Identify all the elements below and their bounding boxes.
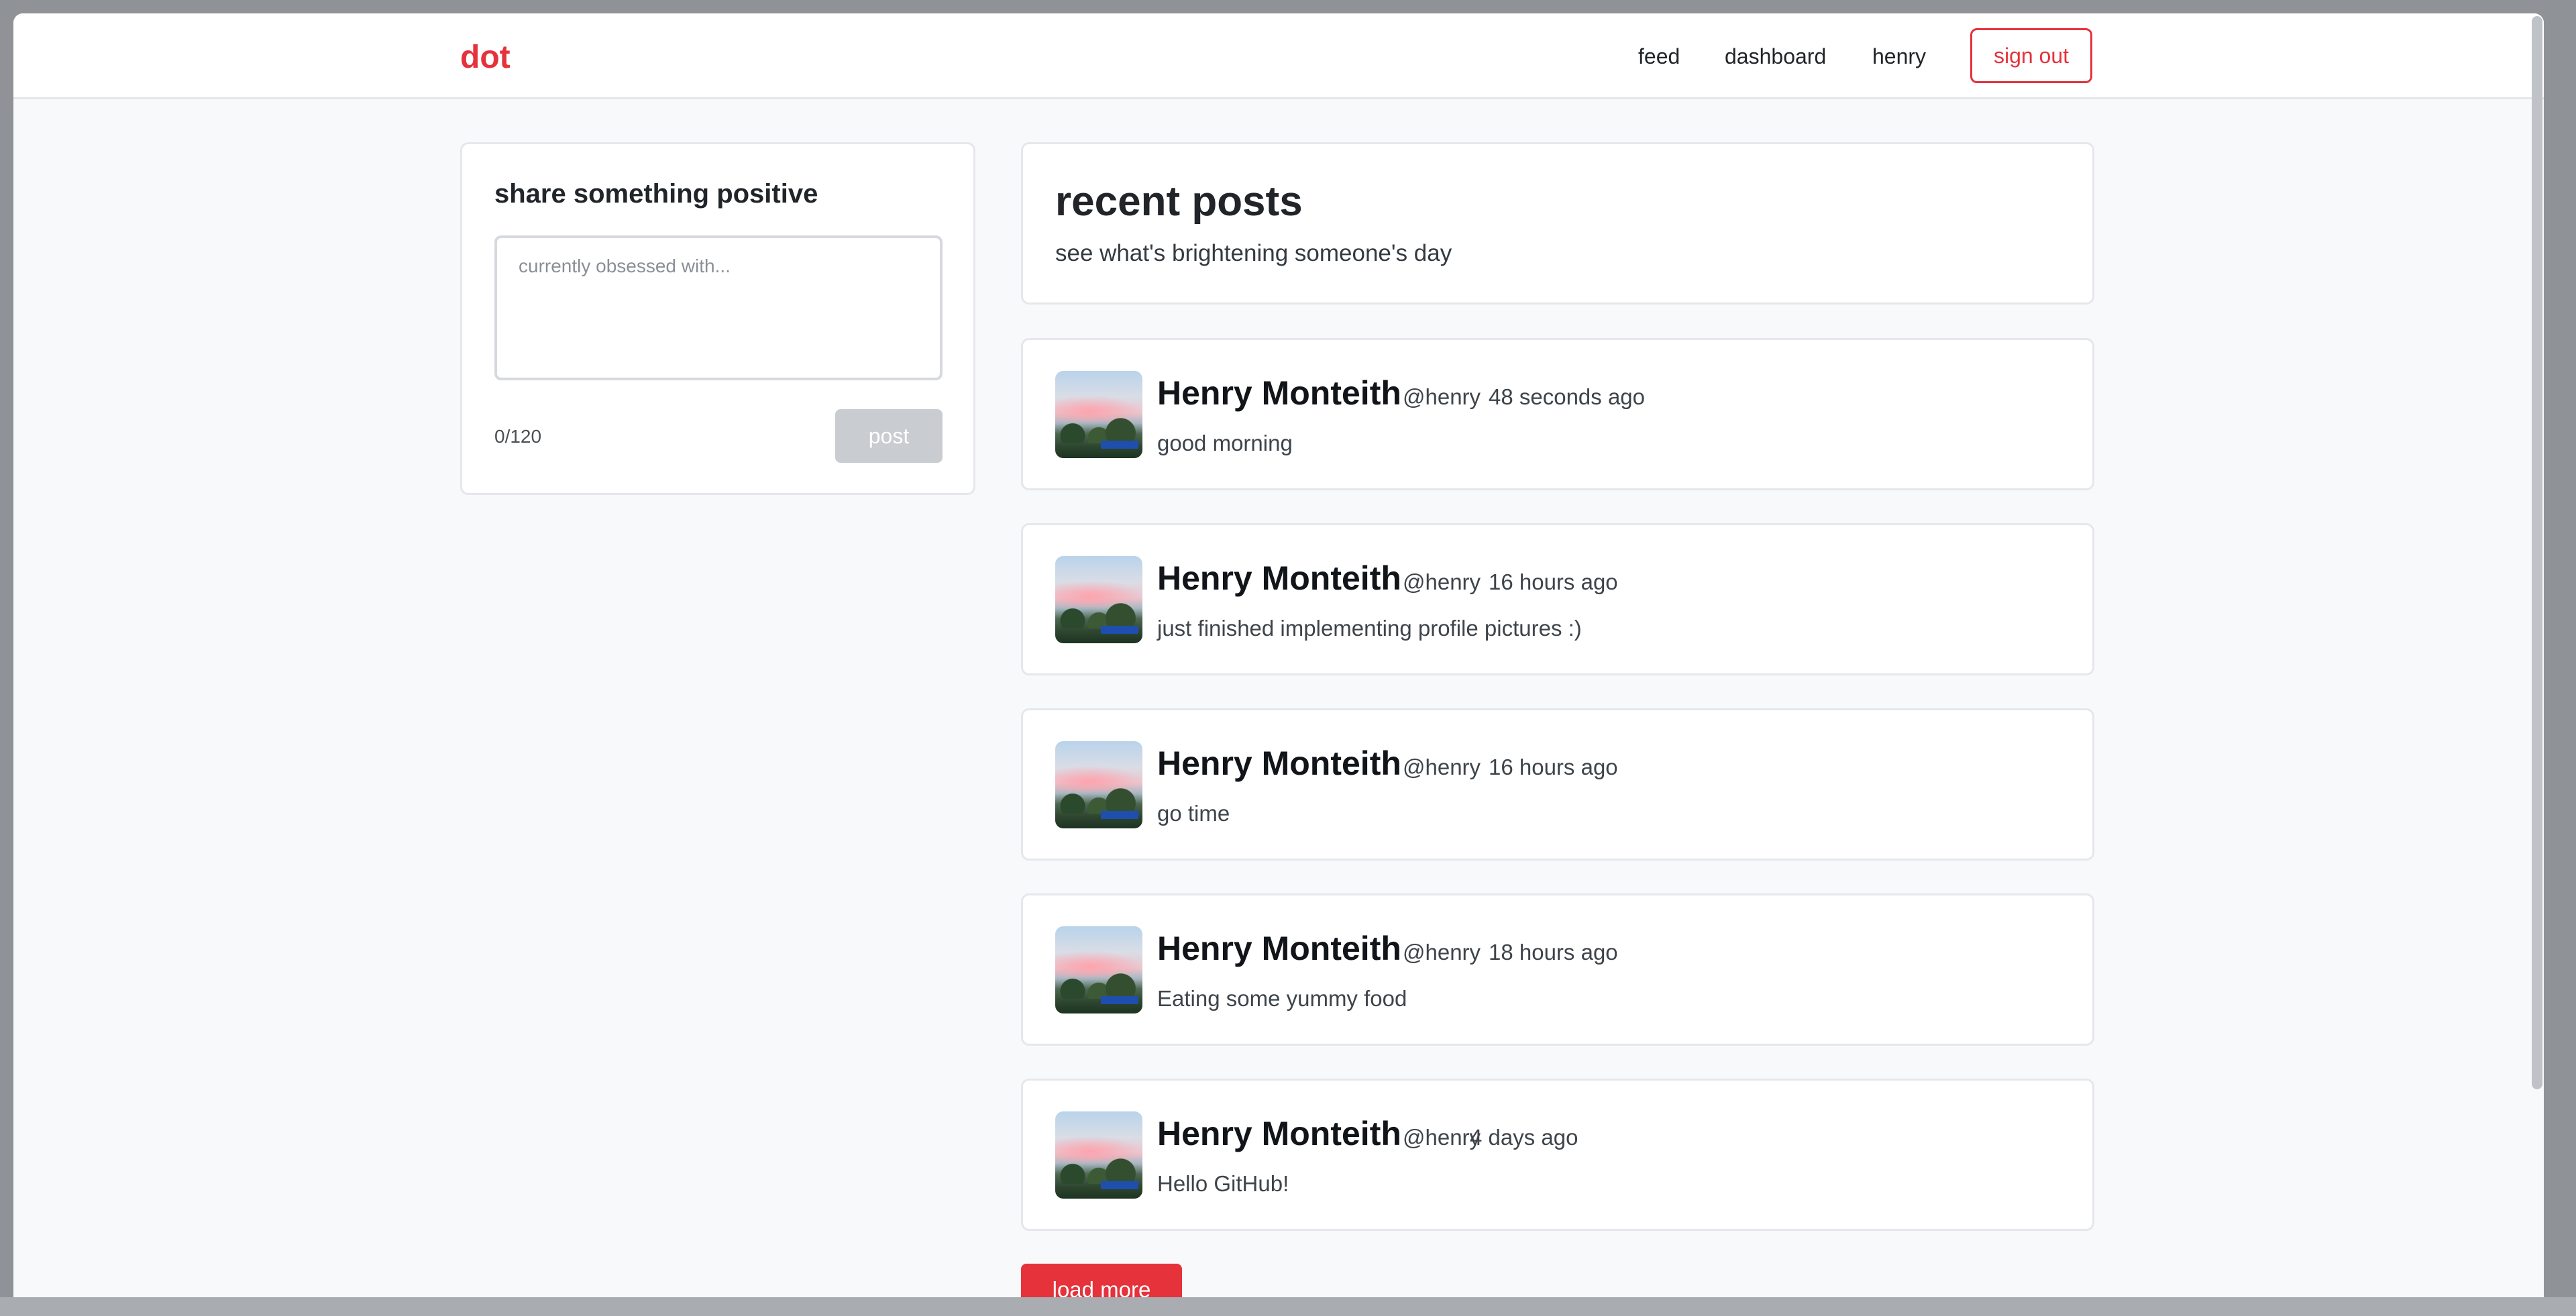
nav-link-profile[interactable]: henry (1872, 44, 1926, 69)
compose-card: share something positive 0/120 post (460, 142, 975, 495)
avatar[interactable] (1055, 926, 1142, 1013)
post-card: Henry Monteith @henry 48 seconds ago goo… (1021, 338, 2094, 490)
avatar[interactable] (1055, 1111, 1142, 1199)
post-author-handle[interactable]: @henry (1403, 569, 1481, 595)
post-card: Henry Monteith @henry 18 hours ago Eatin… (1021, 893, 2094, 1046)
post-author-handle[interactable]: @henry (1403, 384, 1481, 410)
post-timestamp: 16 hours ago (1489, 755, 1618, 779)
post-timestamp: 4 days ago (1470, 1125, 1578, 1150)
avatar[interactable] (1055, 741, 1142, 828)
avatar[interactable] (1055, 371, 1142, 458)
post-author-name[interactable]: Henry Monteith (1157, 374, 1401, 413)
post-author-handle[interactable]: @henry (1403, 1125, 1481, 1150)
post-timestamp: 18 hours ago (1489, 940, 1618, 965)
compose-title: share something positive (494, 179, 818, 209)
post-author-name[interactable]: Henry Monteith (1157, 929, 1401, 968)
post-body: go time (1157, 801, 1230, 826)
load-more-button[interactable]: load more (1021, 1264, 1182, 1297)
post-timestamp: 16 hours ago (1489, 569, 1618, 594)
top-navbar: dot feed dashboard henry sign out (13, 13, 2544, 99)
post-body: Hello GitHub! (1157, 1171, 1289, 1196)
sign-out-button[interactable]: sign out (1970, 28, 2092, 83)
nav-link-dashboard[interactable]: dashboard (1725, 44, 1826, 69)
feed-header-card: recent posts see what's brightening some… (1021, 142, 2094, 305)
post-text-input[interactable] (494, 235, 943, 380)
avatar[interactable] (1055, 556, 1142, 643)
page-subtitle: see what's brightening someone's day (1055, 240, 1452, 266)
brand-logo-link[interactable]: dot (460, 39, 511, 76)
post-body: Eating some yummy food (1157, 986, 1407, 1011)
nav-link-feed[interactable]: feed (1638, 44, 1680, 69)
post-button[interactable]: post (835, 409, 943, 463)
browser-window: dot feed dashboard henry sign out share … (13, 13, 2544, 1297)
character-counter: 0/120 (494, 426, 542, 447)
post-author-handle[interactable]: @henry (1403, 755, 1481, 780)
post-author-name[interactable]: Henry Monteith (1157, 559, 1401, 598)
post-card: Henry Monteith @henry 4 days ago Hello G… (1021, 1079, 2094, 1231)
post-body: just finished implementing profile pictu… (1157, 616, 1582, 641)
window-bottom-edge (0, 1297, 2576, 1316)
post-timestamp: 48 seconds ago (1489, 384, 1646, 409)
page-title: recent posts (1055, 178, 1303, 225)
post-card: Henry Monteith @henry 16 hours ago go ti… (1021, 708, 2094, 861)
post-card: Henry Monteith @henry 16 hours ago just … (1021, 523, 2094, 675)
post-author-name[interactable]: Henry Monteith (1157, 1114, 1401, 1153)
post-body: good morning (1157, 431, 1293, 455)
post-author-handle[interactable]: @henry (1403, 940, 1481, 965)
page-scrollbar[interactable] (2532, 16, 2542, 1089)
post-author-name[interactable]: Henry Monteith (1157, 744, 1401, 783)
